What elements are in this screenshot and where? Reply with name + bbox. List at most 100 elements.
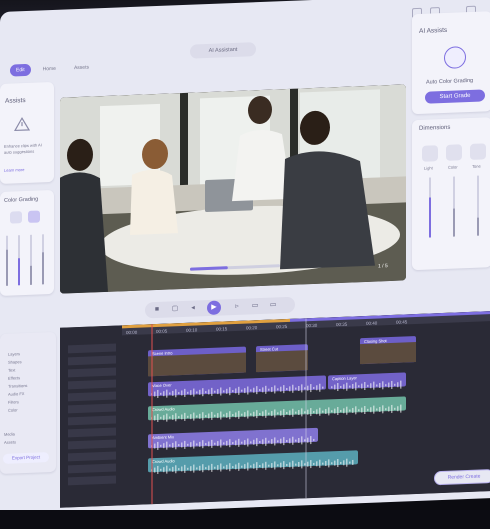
waveform-bar (301, 436, 303, 445)
light-icon[interactable] (422, 145, 438, 162)
learn-more-link[interactable]: Learn more (4, 167, 24, 173)
waveform-bar (274, 385, 276, 394)
waveform-bar (154, 415, 156, 421)
light-slider[interactable] (429, 177, 431, 238)
waveform-bar (169, 444, 171, 447)
tool-item[interactable]: Layers (8, 351, 20, 356)
next-icon[interactable]: ▹ (233, 303, 241, 311)
nav-tab-assets[interactable]: Assets (68, 61, 95, 74)
app-title[interactable]: AI Assistant (190, 42, 256, 59)
waveform-bar (397, 382, 399, 388)
panel-desc: Enhance clips with AI (4, 142, 42, 149)
tool-item[interactable]: Color (8, 407, 18, 412)
waveform-bar (292, 436, 294, 445)
tone-icon[interactable] (470, 143, 486, 160)
tool-media[interactable]: Media (4, 431, 15, 436)
waveform-bar (295, 411, 297, 414)
nav-tab-active[interactable]: Edit (10, 63, 31, 77)
waveform-bar (262, 439, 264, 445)
waveform-bar (289, 386, 291, 392)
waveform-bar (178, 416, 180, 419)
waveform-bar (187, 443, 189, 446)
clip-thumbnail (360, 342, 416, 365)
waveform-bar (181, 442, 183, 448)
clip-label: Crowd Audio (152, 406, 175, 412)
ruler-label: 00:40 (366, 320, 378, 325)
dimension-label: Color (448, 164, 458, 170)
level-slider[interactable] (42, 234, 44, 285)
waveform-bar (196, 391, 198, 394)
video-time: 1 / 5 (378, 263, 388, 270)
frame-icon[interactable]: ▢ (171, 305, 179, 313)
tool-item[interactable]: Effects (8, 375, 20, 380)
waveform-bar (211, 439, 213, 448)
waveform-bar (259, 388, 261, 392)
waveform-bar (283, 461, 285, 470)
level-slider[interactable] (6, 235, 8, 286)
waveform-bar (154, 467, 156, 473)
waveform-bar (208, 441, 210, 447)
waveform-bar (271, 411, 273, 417)
color-slider[interactable] (453, 176, 455, 237)
waveform-bar (328, 459, 330, 468)
waveform-bar (286, 463, 288, 467)
tool-item[interactable]: Transitions (8, 383, 27, 389)
loop-icon[interactable]: ▭ (251, 302, 259, 310)
waveform-bar (385, 408, 387, 411)
waveform-bar (277, 440, 279, 443)
export-project-button[interactable]: Export Project (3, 452, 49, 464)
color-icon[interactable] (446, 144, 462, 161)
waveform-bar (319, 407, 321, 416)
waveform-bar (169, 416, 171, 419)
waveform-bar (247, 462, 249, 471)
waveform-bar (199, 389, 201, 395)
render-create-button[interactable]: Render Create (434, 469, 490, 486)
waveform-bar (190, 466, 192, 472)
prev-icon[interactable]: ■ (153, 306, 161, 314)
waveform-bar (241, 465, 243, 468)
tone-slider[interactable] (477, 175, 479, 236)
waveform-bar (280, 462, 282, 468)
tools-panel: Layers Shapes Text Effects Transitions Audio … (0, 331, 56, 474)
waveform-bar (259, 464, 261, 468)
play-button[interactable]: ▶ (207, 300, 221, 316)
tool-item[interactable]: Text (8, 367, 15, 372)
tool-item[interactable]: Audio FX (8, 391, 24, 397)
level-slider[interactable] (18, 235, 20, 286)
waveform-bar (307, 385, 309, 391)
waveform-bar (286, 439, 288, 443)
tool-item[interactable]: Shapes (8, 359, 22, 365)
waveform-bar (202, 440, 204, 449)
waveform-bar (268, 464, 270, 467)
color-grading-icon (444, 46, 466, 69)
tool-item[interactable]: Filters (8, 399, 19, 404)
waveform-bar (154, 391, 156, 397)
waveform-bar (157, 465, 159, 474)
waveform-bar (322, 410, 324, 413)
level-slider[interactable] (30, 234, 32, 285)
waveform-bar (163, 391, 165, 397)
ruler-label: 00:10 (186, 327, 198, 332)
waveform-bar (157, 441, 159, 450)
screen: Edit Home Assets AI Assistant Assists En… (0, 0, 490, 529)
waveform-bar (205, 391, 207, 394)
waveform-bar (262, 387, 264, 393)
waveform-bar (166, 413, 168, 422)
color-icon[interactable] (28, 210, 40, 223)
more-icon[interactable]: ▭ (269, 301, 277, 309)
rewind-icon[interactable]: ◂ (189, 304, 197, 312)
waveform-bar (166, 389, 168, 398)
waveform-bar (307, 437, 309, 443)
tool-assets[interactable]: Assets (4, 439, 16, 444)
waveform-bar (349, 385, 351, 388)
waveform-bar (295, 387, 297, 390)
waveform-bar (316, 385, 318, 391)
waveform-bar (199, 465, 201, 471)
waveform-bar (280, 438, 282, 444)
waveform-bar (244, 388, 246, 394)
start-grade-button[interactable]: Start Grade (425, 89, 485, 104)
waveform-bar (217, 389, 219, 395)
waveform-bar (394, 383, 396, 386)
light-icon[interactable] (10, 211, 22, 224)
nav-tab-home[interactable]: Home (37, 63, 62, 76)
